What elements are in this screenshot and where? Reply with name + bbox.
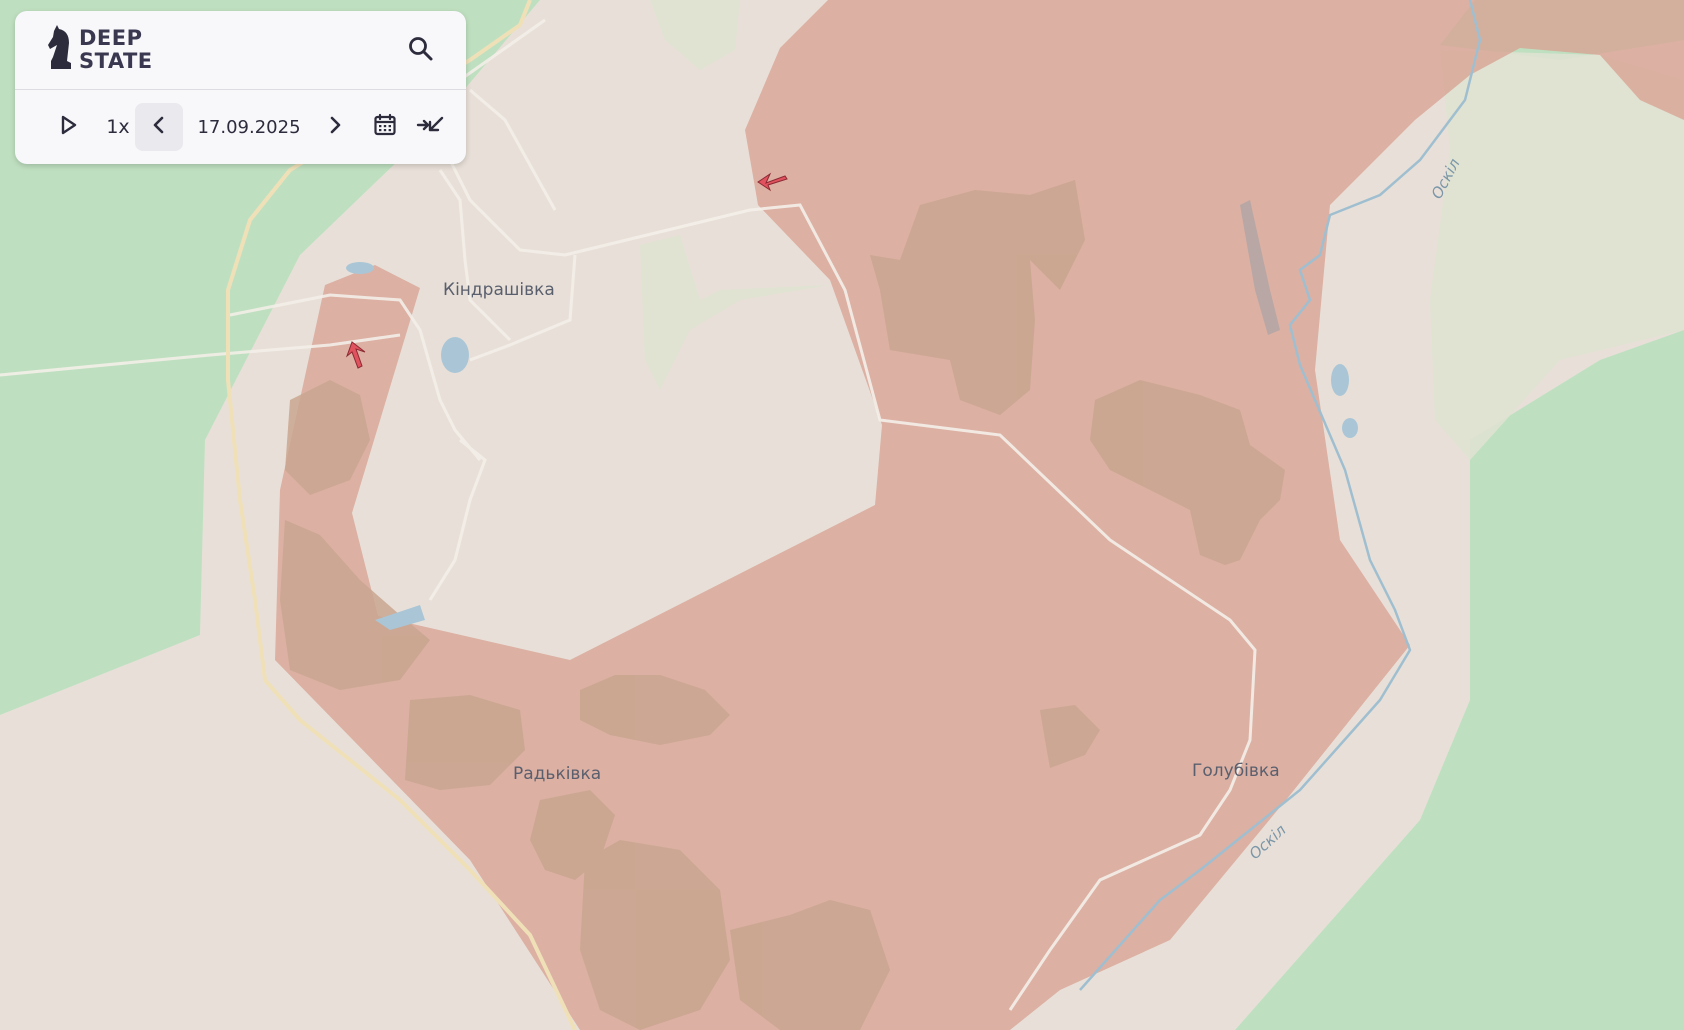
current-date[interactable]: 17.09.2025 [187,103,311,151]
timeline-controls: 1x 17.09.2025 [15,103,466,153]
logo[interactable]: DEEP STATE [45,25,153,75]
panel-header: DEEP STATE [15,11,466,90]
calendar-button[interactable] [365,103,405,151]
place-radkivka: Радьківка [513,764,601,784]
logo-line1: DEEP [79,26,143,50]
control-panel: DEEP STATE 1x 17.09.2025 [15,11,466,164]
prev-date-button[interactable] [135,103,183,151]
place-holubivka: Голубівка [1192,761,1280,781]
chevron-left-icon [151,115,167,139]
logo-line2: STATE [79,49,153,73]
collapse-button[interactable] [411,103,451,151]
play-icon [59,114,79,140]
search-button[interactable] [403,33,439,69]
collapse-arrows-icon [416,113,446,141]
calendar-icon [373,113,397,141]
play-button[interactable] [49,103,89,151]
next-date-button[interactable] [315,103,355,151]
logo-text: DEEP STATE [79,27,153,73]
search-icon [408,36,434,66]
place-kindrashivka: Кіндрашівка [443,280,555,300]
knight-chess-icon [45,23,75,77]
chevron-right-icon [327,115,343,139]
